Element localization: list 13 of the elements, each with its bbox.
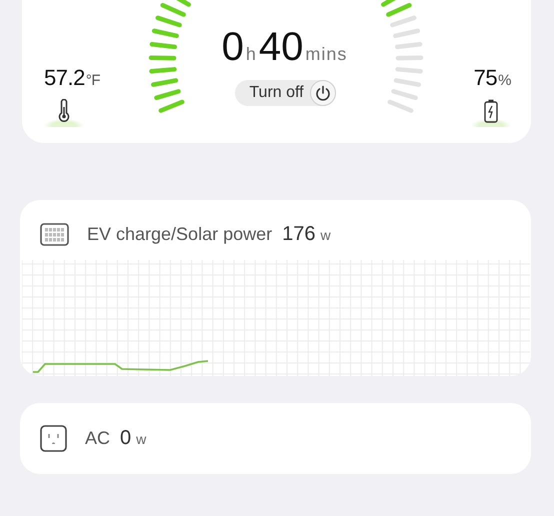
- battery-charging-icon: [484, 99, 498, 123]
- turn-off-button[interactable]: Turn off: [235, 80, 336, 106]
- remaining-time: 0 h 40 mins: [222, 25, 348, 70]
- solar-panel-icon: [40, 223, 69, 246]
- power-value: 176 w: [282, 223, 331, 246]
- power-outlet-icon: [40, 425, 67, 452]
- battery-reading: 75%: [474, 65, 511, 91]
- power-value: 0 w: [120, 427, 146, 450]
- temperature-reading: 57.2°F: [44, 65, 100, 91]
- panel-title: AC: [85, 428, 110, 449]
- power-icon: [314, 85, 331, 101]
- thermometer-icon: [57, 99, 71, 123]
- panel-title: EV charge/Solar power: [87, 224, 272, 245]
